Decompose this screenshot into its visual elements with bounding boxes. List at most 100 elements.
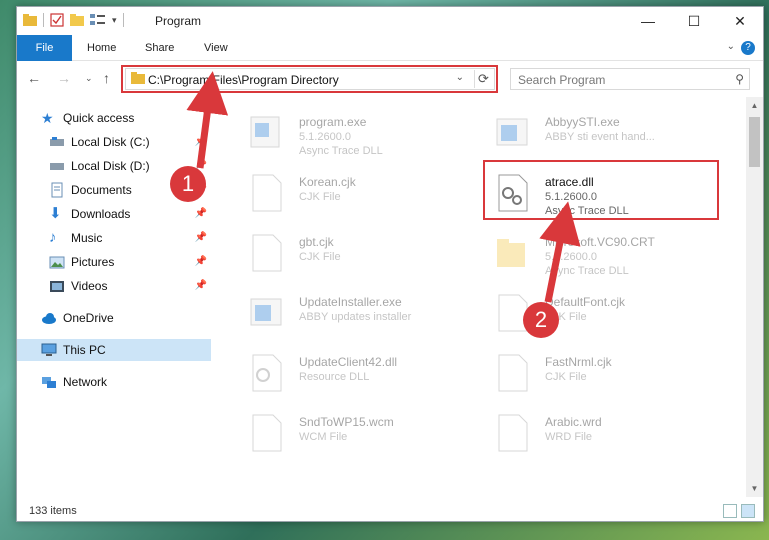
- pictures-icon: [49, 254, 65, 270]
- customize-view-icon[interactable]: [90, 14, 106, 26]
- recent-locations-icon[interactable]: ⌄: [85, 73, 93, 84]
- properties-icon[interactable]: [50, 13, 64, 27]
- sidebar-item-label: Network: [63, 375, 108, 389]
- videos-icon: [49, 278, 65, 294]
- sidebar-item-local-disk-c[interactable]: Local Disk (C:) 📌: [17, 131, 211, 153]
- minimize-button[interactable]: —: [625, 7, 671, 35]
- sidebar-item-label: This PC: [63, 343, 106, 357]
- details-view-icon[interactable]: [723, 504, 737, 518]
- file-item[interactable]: DefaultFont.cjk CJK File: [487, 287, 727, 339]
- tab-file[interactable]: File: [17, 35, 72, 61]
- sidebar-item-this-pc[interactable]: This PC: [17, 339, 211, 361]
- close-button[interactable]: ✕: [717, 7, 763, 35]
- sidebar-item-quick-access[interactable]: ★ Quick access: [17, 107, 211, 129]
- scroll-up-icon[interactable]: ▲: [746, 97, 763, 114]
- title-bar: ▾ Program — ☐ ✕: [17, 7, 763, 35]
- file-item[interactable]: Arabic.wrd WRD File: [487, 407, 727, 459]
- up-icon[interactable]: ↑: [103, 70, 110, 86]
- pin-icon[interactable]: 📌: [195, 136, 207, 147]
- search-input[interactable]: Search Program ⚲: [510, 68, 750, 90]
- generic-file-icon: [252, 174, 282, 212]
- item-count: 133 items: [29, 505, 77, 517]
- file-detail: Async Trace DLL: [299, 145, 383, 157]
- expand-ribbon-icon[interactable]: ⌄: [727, 41, 735, 52]
- file-name: Arabic.wrd: [545, 415, 602, 429]
- file-item[interactable]: UpdateInstaller.exe ABBY updates install…: [241, 287, 481, 339]
- sidebar-item-label: OneDrive: [63, 311, 114, 325]
- file-name: gbt.cjk: [299, 235, 334, 249]
- address-row: ← → ⌄ ↑ C:\Program Files\Program Directo…: [17, 61, 763, 95]
- window-controls: — ☐ ✕: [625, 7, 763, 35]
- drive-icon: [49, 158, 65, 174]
- pin-icon[interactable]: 📌: [195, 208, 207, 219]
- help-icon[interactable]: ?: [741, 41, 755, 55]
- sidebar-item-label: Quick access: [63, 111, 135, 125]
- exe-file-icon: [496, 118, 528, 146]
- file-item[interactable]: program.exe 5.1.2600.0 Async Trace DLL: [241, 107, 481, 159]
- step-1-badge: 1: [170, 166, 206, 202]
- file-detail: Async Trace DLL: [545, 265, 629, 277]
- sidebar-item-label: Local Disk (D:): [71, 159, 150, 173]
- tab-share[interactable]: Share: [145, 42, 174, 54]
- pin-icon[interactable]: 📌: [195, 256, 207, 267]
- quick-access-toolbar: ▾: [23, 13, 124, 27]
- scroll-thumb[interactable]: [749, 117, 760, 167]
- generic-file-icon: [498, 354, 528, 392]
- sidebar-item-videos[interactable]: Videos 📌: [17, 275, 211, 297]
- file-detail: ABBY sti event hand...: [545, 131, 655, 143]
- address-highlight-box: [121, 65, 498, 93]
- tab-home[interactable]: Home: [87, 42, 116, 54]
- file-item[interactable]: FastNrml.cjk CJK File: [487, 347, 727, 399]
- large-icons-view-icon[interactable]: [741, 504, 755, 518]
- sidebar-item-label: Local Disk (C:): [71, 135, 150, 149]
- pin-icon[interactable]: 📌: [195, 280, 207, 291]
- file-name: SndToWP15.wcm: [299, 415, 394, 429]
- dll-file-icon: [252, 354, 282, 392]
- file-detail: Resource DLL: [299, 371, 370, 383]
- sidebar-item-label: Downloads: [71, 207, 131, 221]
- file-detail: CJK File: [299, 191, 341, 203]
- pin-icon[interactable]: 📌: [195, 232, 207, 243]
- maximize-button[interactable]: ☐: [671, 7, 717, 35]
- sidebar-item-pictures[interactable]: Pictures 📌: [17, 251, 211, 273]
- exe-file-icon: [250, 298, 282, 326]
- file-detail: ABBY updates installer: [299, 311, 412, 323]
- cloud-icon: [41, 310, 57, 326]
- file-item[interactable]: Korean.cjk CJK File: [241, 167, 481, 219]
- file-item[interactable]: SndToWP15.wcm WCM File: [241, 407, 481, 459]
- tab-view[interactable]: View: [204, 42, 228, 54]
- file-detail: WCM File: [299, 431, 348, 443]
- folder-icon: [497, 239, 525, 267]
- file-name: FastNrml.cjk: [545, 355, 612, 369]
- network-icon: [41, 374, 57, 390]
- vertical-scrollbar[interactable]: ▲ ▼: [746, 97, 763, 497]
- file-name: UpdateClient42.dll: [299, 355, 398, 369]
- file-detail: 5.1.2600.0: [545, 251, 597, 263]
- file-name: AbbyySTI.exe: [545, 115, 620, 129]
- generic-file-icon: [252, 234, 282, 272]
- file-item[interactable]: UpdateClient42.dll Resource DLL: [241, 347, 481, 399]
- sidebar-item-onedrive[interactable]: OneDrive: [17, 307, 211, 329]
- file-item[interactable]: AbbyySTI.exe ABBY sti event hand...: [487, 107, 727, 159]
- exe-file-icon: [250, 116, 280, 148]
- sidebar-item-label: Pictures: [71, 255, 115, 269]
- forward-icon[interactable]: →: [57, 70, 71, 86]
- back-icon[interactable]: ←: [27, 70, 41, 86]
- status-bar: 133 items: [17, 501, 763, 523]
- sidebar-item-music[interactable]: ♪ Music 📌: [17, 227, 211, 249]
- sidebar-item-network[interactable]: Network: [17, 371, 211, 393]
- step-2-badge: 2: [523, 302, 559, 338]
- file-item[interactable]: Microsoft.VC90.CRT 5.1.2600.0 Async Trac…: [487, 227, 727, 279]
- search-icon[interactable]: ⚲: [735, 72, 744, 86]
- file-item[interactable]: gbt.cjk CJK File: [241, 227, 481, 279]
- scroll-down-icon[interactable]: ▼: [746, 480, 763, 497]
- sidebar-item-downloads[interactable]: ⬇ Downloads 📌: [17, 203, 211, 225]
- search-placeholder: Search Program: [518, 73, 606, 87]
- drive-icon: [49, 134, 65, 150]
- qat-dropdown-icon[interactable]: ▾: [112, 15, 117, 26]
- file-name: program.exe: [299, 115, 367, 129]
- ribbon-tabs: File Home Share View ⌄ ?: [17, 35, 763, 61]
- file-name: Korean.cjk: [299, 175, 356, 189]
- new-folder-icon[interactable]: [70, 14, 84, 26]
- navigation-pane: ★ Quick access Local Disk (C:) 📌 Local D…: [17, 97, 211, 497]
